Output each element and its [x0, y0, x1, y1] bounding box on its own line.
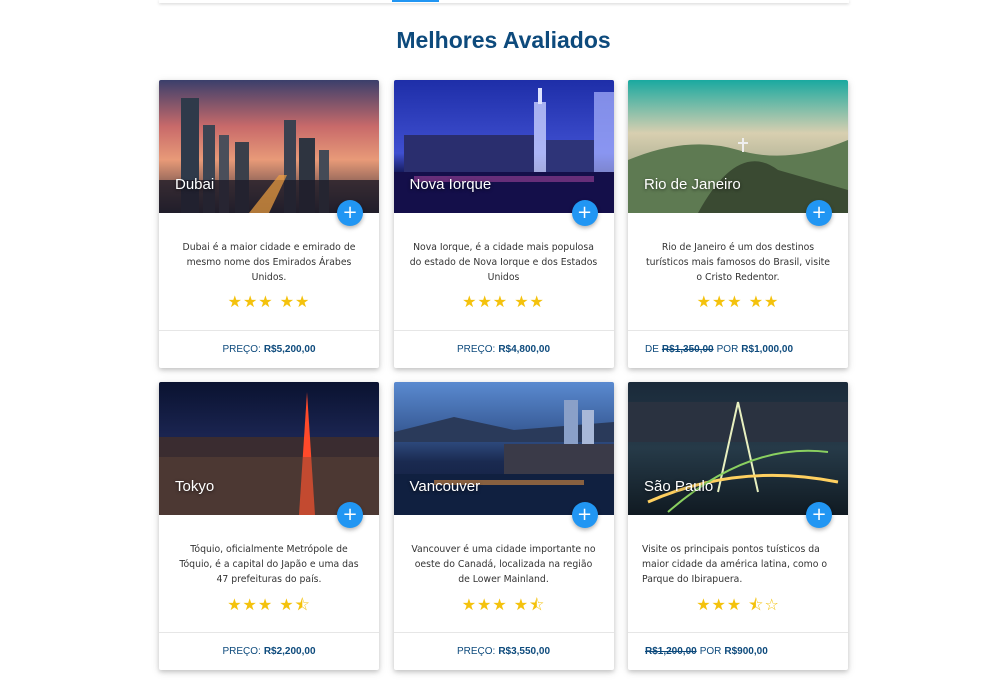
- destination-card-vancouver: Vancouver + Vancouver é uma cidade impor…: [393, 382, 614, 670]
- card-image-tokyo: Tokyo: [159, 382, 379, 515]
- add-button[interactable]: +: [571, 502, 598, 528]
- card-title: Nova Iorque: [409, 176, 492, 193]
- destination-grid: Dubai + Dubai é a maior cidade e emirado…: [159, 80, 848, 670]
- add-button[interactable]: +: [806, 200, 832, 226]
- price-connector: POR: [716, 344, 739, 355]
- star-rating: ★★★ ★⯪: [461, 595, 546, 614]
- card-image-sao-paulo: São Paulo: [628, 382, 848, 515]
- price-value: R$900,00: [724, 646, 768, 657]
- card-price: R$1,200,00 POR R$900,00: [628, 632, 848, 670]
- price-connector: POR: [699, 646, 722, 657]
- destination-card-rio-de-janeiro: Rio de Janeiro + Rio de Janeiro é um dos…: [628, 80, 848, 368]
- card-price: DE R$1,350,00 POR R$1,000,00: [628, 330, 848, 368]
- card-title: Dubai: [175, 176, 215, 193]
- add-button[interactable]: +: [571, 200, 598, 226]
- card-description: Rio de Janeiro é um dos destinos turísti…: [645, 242, 831, 283]
- card-image-vancouver: Vancouver: [393, 382, 614, 515]
- card-price: PREÇO: R$2,200,00: [159, 632, 379, 670]
- price-value: R$2,200,00: [263, 646, 316, 657]
- card-image-dubai: Dubai: [159, 80, 379, 213]
- card-title: Vancouver: [409, 478, 481, 495]
- card-description: Vancouver é uma cidade importante no oes…: [411, 544, 596, 585]
- top-tab-bar: [159, 0, 849, 3]
- card-description: Dubai é a maior cidade e emirado de mesm…: [182, 242, 356, 283]
- add-button[interactable]: +: [806, 502, 832, 528]
- card-description: Nova Iorque, é a cidade mais populosa do…: [409, 242, 598, 283]
- price-value: R$5,200,00: [263, 344, 316, 355]
- add-button[interactable]: +: [337, 502, 363, 528]
- destination-card-nova-iorque: Nova Iorque + Nova Iorque, é a cidade ma…: [393, 80, 614, 368]
- destination-card-tokyo: Tokyo + Tóquio, oficialmente Metrópole d…: [159, 382, 379, 670]
- active-tab-indicator: [392, 0, 439, 2]
- price-prefix: DE: [645, 344, 659, 355]
- price-label: PREÇO:: [222, 646, 261, 657]
- star-rating: ★★★ ★⯪: [227, 595, 311, 614]
- old-price: R$1,350,00: [661, 344, 714, 355]
- card-price: PREÇO: R$5,200,00: [159, 330, 379, 368]
- card-title: Tokyo: [175, 478, 215, 495]
- card-image-nova-iorque: Nova Iorque: [393, 80, 614, 213]
- star-rating: ★★★ ⯪☆: [696, 595, 780, 614]
- price-label: PREÇO:: [222, 344, 261, 355]
- card-image-rio-de-janeiro: Rio de Janeiro: [628, 80, 848, 213]
- old-price: R$1,200,00: [645, 646, 697, 657]
- star-rating: ★★★ ★★: [462, 292, 545, 311]
- price-value: R$1,000,00: [741, 344, 794, 355]
- add-button[interactable]: +: [337, 200, 363, 226]
- card-title: São Paulo: [644, 478, 714, 495]
- star-rating: ★★★ ★★: [227, 292, 311, 311]
- price-value: R$4,800,00: [498, 344, 551, 355]
- price-label: PREÇO:: [456, 344, 496, 355]
- card-description: Tóquio, oficialmente Metrópole de Tóquio…: [179, 544, 359, 585]
- price-label: PREÇO:: [456, 646, 496, 657]
- destination-card-sao-paulo: São Paulo + Visite os principais pontos …: [628, 382, 848, 670]
- destination-card-dubai: Dubai + Dubai é a maior cidade e emirado…: [159, 80, 379, 368]
- card-price: PREÇO: R$3,550,00: [393, 632, 614, 670]
- card-description: Visite os principais pontos tuísticos da…: [642, 544, 828, 585]
- card-price: PREÇO: R$4,800,00: [393, 330, 614, 368]
- section-title: Melhores Avaliados: [396, 27, 611, 53]
- star-rating: ★★★ ★★: [696, 292, 780, 311]
- price-value: R$3,550,00: [498, 646, 551, 657]
- card-title: Rio de Janeiro: [644, 176, 741, 193]
